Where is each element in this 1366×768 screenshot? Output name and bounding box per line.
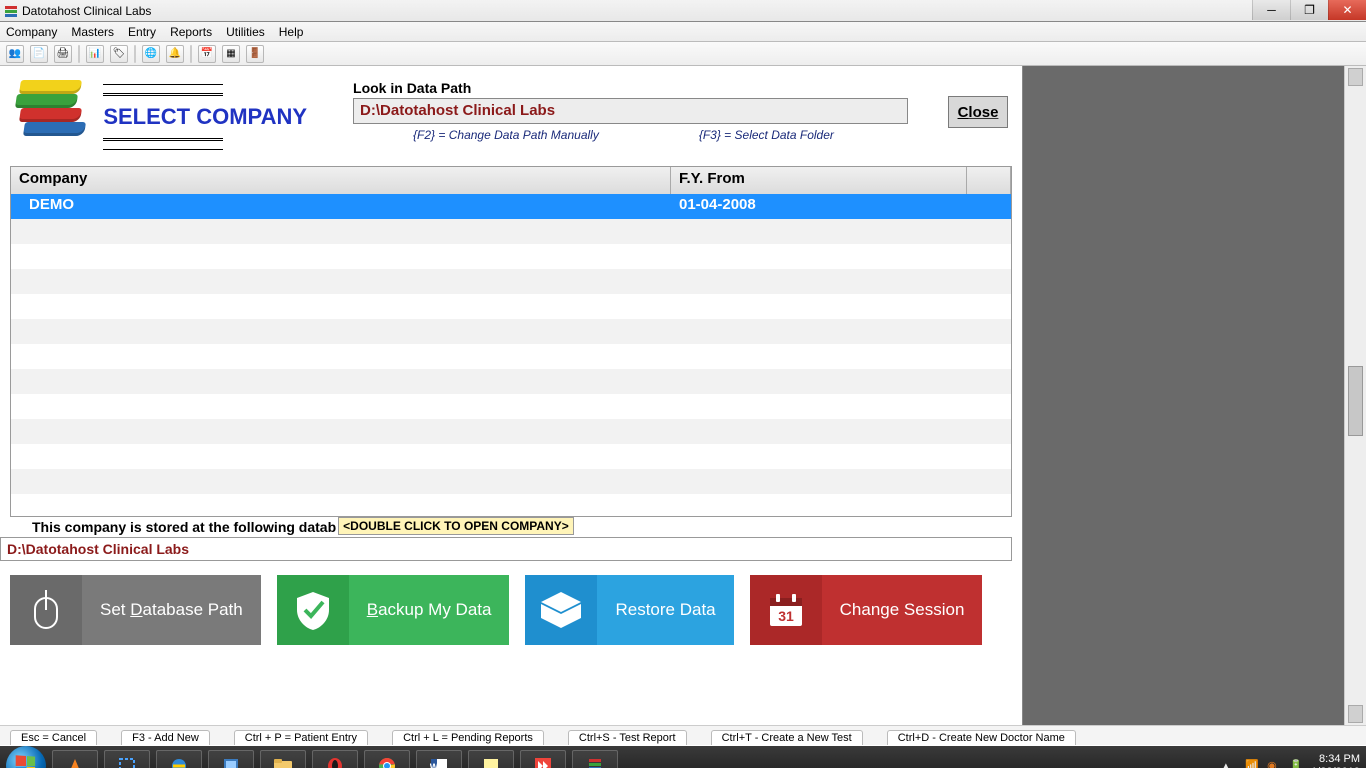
toolbar-tag-icon[interactable]: 🏷 (110, 45, 128, 63)
calendar-icon: 31 (750, 575, 822, 645)
table-row[interactable] (11, 419, 1011, 444)
box-open-icon (525, 575, 597, 645)
task-vlc[interactable] (52, 750, 98, 768)
toolbar-print-icon[interactable]: 🖨 (54, 45, 72, 63)
menu-entry[interactable]: Entry (128, 25, 156, 39)
shortcut-esc[interactable]: Esc = Cancel (10, 730, 97, 745)
window-minimize-button[interactable]: ─ (1252, 0, 1290, 20)
toolbar-separator (190, 45, 192, 63)
table-row[interactable] (11, 369, 1011, 394)
table-row[interactable] (11, 494, 1011, 516)
set-database-path-button[interactable]: Set Database Path (10, 575, 261, 645)
menu-masters[interactable]: Masters (71, 25, 114, 39)
col-company-header[interactable]: Company (11, 167, 671, 194)
menu-reports[interactable]: Reports (170, 25, 212, 39)
table-row[interactable]: DEMO01-04-2008 (11, 194, 1011, 219)
toolbar-bell-icon[interactable]: 🔔 (166, 45, 184, 63)
select-company-title: SELECT COMPANY (103, 104, 307, 130)
tray-clock[interactable]: 8:34 PM 1/22/2019 (1311, 753, 1360, 768)
col-scroll-header (967, 167, 1011, 194)
window-titlebar: Datotahost Clinical Labs ─ ❐ ✕ (0, 0, 1366, 22)
backup-my-data-button[interactable]: Backup My Data (277, 575, 510, 645)
shortcut-ctrlp[interactable]: Ctrl + P = Patient Entry (234, 730, 368, 745)
table-row[interactable] (11, 344, 1011, 369)
double-click-hint: <DOUBLE CLICK TO OPEN COMPANY> (338, 517, 574, 535)
shield-check-icon (277, 575, 349, 645)
stored-path: D:\Datotahost Clinical Labs (0, 537, 1012, 561)
task-explorer[interactable] (260, 750, 306, 768)
table-row[interactable] (11, 394, 1011, 419)
header-lines: SELECT COMPANY (103, 80, 307, 150)
table-row[interactable] (11, 444, 1011, 469)
table-row[interactable] (11, 219, 1011, 244)
shortcut-ctrls[interactable]: Ctrl+S - Test Report (568, 730, 687, 745)
window-close-button[interactable]: ✕ (1328, 0, 1366, 20)
task-opera[interactable] (312, 750, 358, 768)
task-notes[interactable] (468, 750, 514, 768)
restore-label: Restore Data (597, 575, 733, 645)
close-button[interactable]: Close (948, 96, 1008, 128)
mouse-icon (10, 575, 82, 645)
svg-text:31: 31 (778, 608, 794, 624)
toolbar-exit-icon[interactable]: 🚪 (246, 45, 264, 63)
table-row[interactable] (11, 469, 1011, 494)
task-ie[interactable] (156, 750, 202, 768)
hint-f3: {F3} = Select Data Folder (699, 128, 834, 142)
start-button[interactable] (6, 746, 46, 768)
task-settings[interactable] (208, 750, 254, 768)
toolbar-copy-icon[interactable]: 📄 (30, 45, 48, 63)
change-session-button[interactable]: 31 Change Session (750, 575, 983, 645)
task-labs[interactable] (572, 750, 618, 768)
stored-label: This company is stored at the following … (10, 519, 336, 535)
menu-utilities[interactable]: Utilities (226, 25, 265, 39)
books-icon (14, 80, 87, 146)
task-chrome[interactable] (364, 750, 410, 768)
tray-avast-icon[interactable]: ◉ (1267, 759, 1281, 768)
toolbar-separator (134, 45, 136, 63)
look-in-label: Look in Data Path (353, 80, 908, 96)
restore-data-button[interactable]: Restore Data (525, 575, 733, 645)
toolbar-calendar-icon[interactable]: 📅 (198, 45, 216, 63)
main-pane: SELECT COMPANY Look in Data Path D:\Dato… (0, 66, 1022, 725)
table-body[interactable]: DEMO01-04-2008 (11, 194, 1011, 516)
toolbar-grid-icon[interactable]: ▦ (222, 45, 240, 63)
toolbar-globe-icon[interactable]: 🌐 (142, 45, 160, 63)
menu-bar: Company Masters Entry Reports Utilities … (0, 22, 1366, 42)
vertical-scrollbar[interactable] (1344, 66, 1366, 725)
table-row[interactable] (11, 319, 1011, 344)
window-title: Datotahost Clinical Labs (22, 4, 151, 18)
session-label: Change Session (822, 575, 983, 645)
task-word[interactable]: W (416, 750, 462, 768)
shortcut-ctrld[interactable]: Ctrl+D - Create New Doctor Name (887, 730, 1076, 745)
app-icon (4, 4, 18, 18)
shortcut-ctrll[interactable]: Ctrl + L = Pending Reports (392, 730, 544, 745)
side-pane (1022, 66, 1344, 725)
svg-text:W: W (430, 762, 439, 768)
system-tray: ▴ 📶 ◉ 🔋 8:34 PM 1/22/2019 (1223, 746, 1360, 768)
task-snipping[interactable] (104, 750, 150, 768)
data-path-input[interactable]: D:\Datotahost Clinical Labs (353, 98, 908, 124)
shortcut-bar: Esc = Cancel F3 - Add New Ctrl + P = Pat… (0, 725, 1366, 745)
task-anydesk[interactable] (520, 750, 566, 768)
hint-f2: {F2} = Change Data Path Manually (413, 128, 599, 142)
window-maximize-button[interactable]: ❐ (1290, 0, 1328, 20)
company-table: Company F.Y. From DEMO01-04-2008 (10, 166, 1012, 517)
menu-help[interactable]: Help (279, 25, 304, 39)
toolbar-chart-icon[interactable]: 📊 (86, 45, 104, 63)
table-row[interactable] (11, 294, 1011, 319)
tray-battery-icon[interactable]: 🔋 (1289, 759, 1303, 768)
menu-company[interactable]: Company (6, 25, 57, 39)
shortcut-f3[interactable]: F3 - Add New (121, 730, 210, 745)
toolbar: 👥 📄 🖨 📊 🏷 🌐 🔔 📅 ▦ 🚪 (0, 42, 1366, 66)
shortcut-ctrlt[interactable]: Ctrl+T - Create a New Test (711, 730, 863, 745)
taskbar: W ▴ 📶 ◉ 🔋 8:34 PM 1/22/2019 (0, 746, 1366, 768)
table-row[interactable] (11, 269, 1011, 294)
tray-network-icon[interactable]: 📶 (1245, 759, 1259, 768)
toolbar-separator (78, 45, 80, 63)
table-row[interactable] (11, 244, 1011, 269)
tray-up-icon[interactable]: ▴ (1223, 759, 1237, 768)
col-fy-header[interactable]: F.Y. From (671, 167, 967, 194)
toolbar-users-icon[interactable]: 👥 (6, 45, 24, 63)
